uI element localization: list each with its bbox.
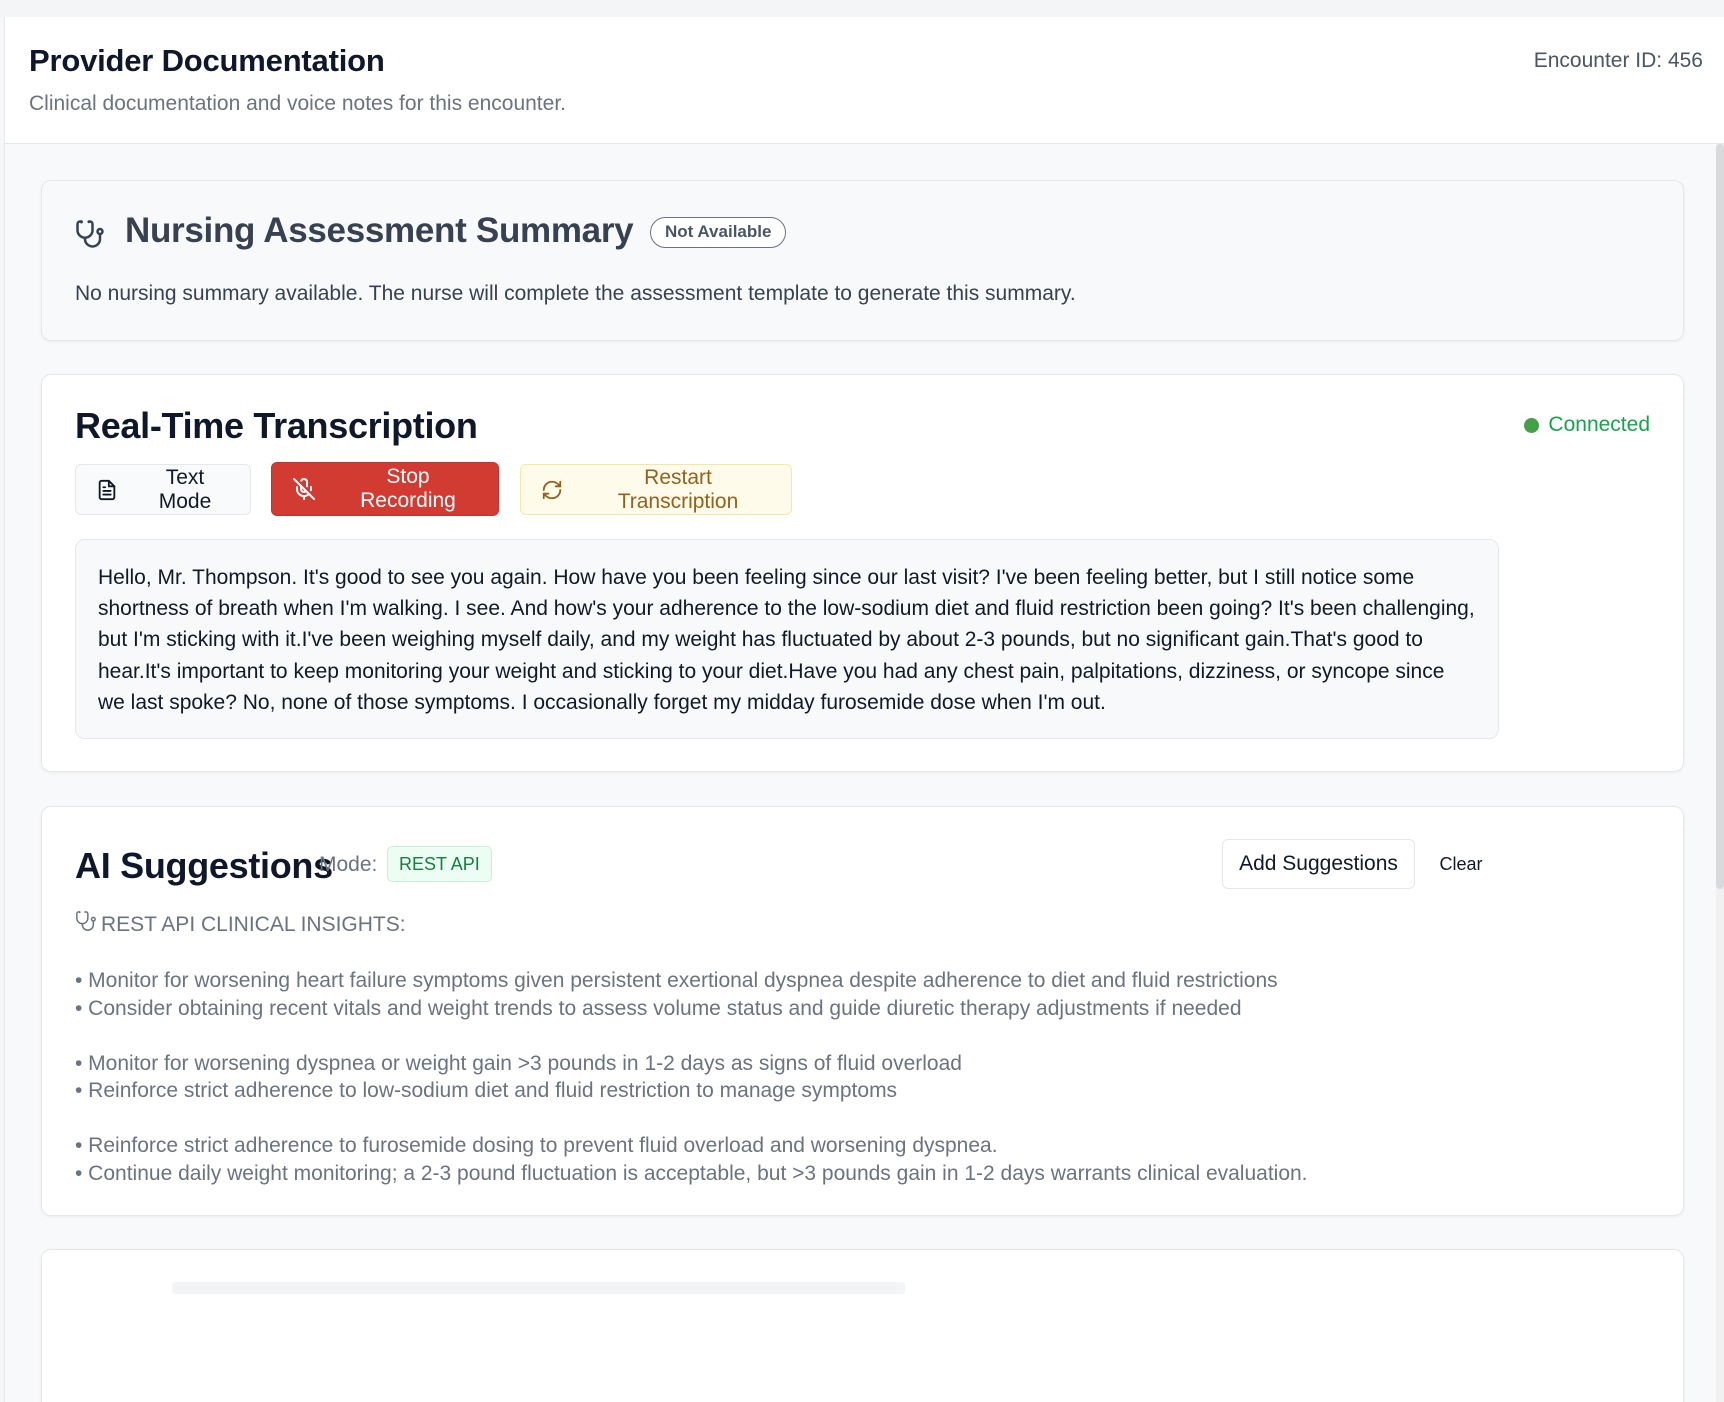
encounter-id: Encounter ID: 456 (1533, 49, 1703, 72)
insight-item: • Reinforce strict adherence to low-sodi… (75, 1079, 898, 1102)
ai-suggestions-title: AI Suggestions (75, 845, 333, 886)
page-header: Provider Documentation Clinical document… (5, 17, 1724, 144)
nursing-summary-title: Nursing Assessment Summary (125, 211, 634, 250)
insight-item: • Monitor for worsening dyspnea or weigh… (75, 1051, 962, 1075)
page-subtitle: Clinical documentation and voice notes f… (29, 92, 566, 115)
transcription-card: Real-Time Transcription Connected Text M… (41, 374, 1684, 772)
provider-documentation-page: Provider Documentation Clinical document… (4, 17, 1724, 1402)
insight-item: • Monitor for worsening heart failure sy… (75, 969, 1278, 992)
insight-item: • Consider obtaining recent vitals and w… (75, 996, 1242, 1020)
status-label: Connected (1548, 413, 1650, 436)
transcript-text: Hello, Mr. Thompson. It's good to see yo… (75, 539, 1499, 739)
stop-recording-label: Stop Recording (360, 465, 456, 512)
insight-group: • Monitor for worsening heart failure sy… (75, 967, 1635, 1022)
not-available-badge: Not Available (650, 217, 787, 248)
restart-transcription-button[interactable]: Restart Transcription (520, 464, 792, 515)
text-mode-button[interactable]: Text Mode (75, 464, 251, 515)
insight-item: • Continue daily weight monitoring; a 2-… (75, 1161, 1308, 1185)
transcription-title: Real-Time Transcription (75, 405, 478, 446)
mic-off-icon (293, 478, 315, 500)
mode-label: Mode: (319, 853, 378, 876)
stethoscope-icon (75, 219, 107, 251)
next-card (41, 1249, 1684, 1402)
connection-status: Connected (1524, 413, 1650, 437)
mode-badge: REST API (387, 846, 492, 882)
insight-item: • Reinforce strict adherence to furosemi… (75, 1134, 998, 1157)
insight-group: • Reinforce strict adherence to furosemi… (75, 1132, 1635, 1187)
nursing-summary-message: No nursing summary available. The nurse … (75, 282, 1076, 305)
clinical-insights: REST API CLINICAL INSIGHTS: • Monitor fo… (75, 910, 1635, 1215)
insights-header: REST API CLINICAL INSIGHTS: (75, 910, 1635, 940)
status-dot (1524, 417, 1540, 433)
insights-header-label: REST API CLINICAL INSIGHTS: (101, 913, 406, 936)
text-mode-label: Text Mode (158, 465, 212, 513)
clear-button[interactable]: Clear (1432, 839, 1490, 889)
scrollbar-thumb[interactable] (1716, 144, 1724, 889)
restart-transcription-label: Restart Transcription (617, 465, 739, 513)
page-title: Provider Documentation (29, 43, 385, 78)
loading-placeholder (172, 1282, 905, 1294)
ai-suggestions-card: AI Suggestions Mode: REST API Add Sugges… (41, 806, 1684, 1216)
stop-recording-button[interactable]: Stop Recording (271, 462, 499, 516)
top-strip (0, 0, 1724, 17)
nursing-summary-card: Nursing Assessment Summary Not Available… (41, 180, 1684, 341)
refresh-icon (542, 480, 562, 499)
stethoscope-icon (75, 910, 97, 940)
add-suggestions-button[interactable]: Add Suggestions (1222, 839, 1415, 889)
insight-group: • Monitor for worsening dyspnea or weigh… (75, 1050, 1635, 1105)
file-text-icon (98, 479, 116, 500)
